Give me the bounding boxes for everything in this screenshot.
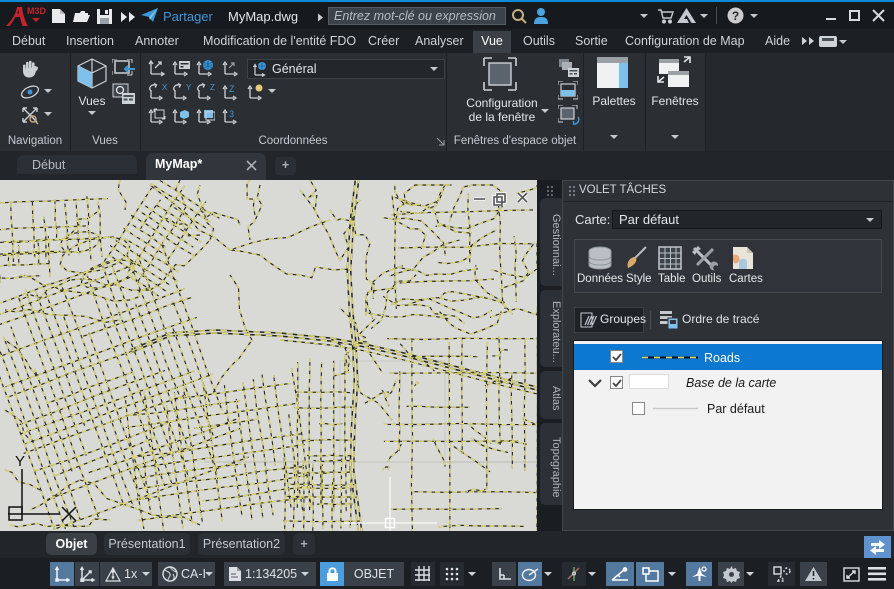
svg-text:Z: Z	[229, 84, 235, 94]
svg-text:Z: Z	[210, 83, 215, 92]
svg-text:Y: Y	[186, 83, 192, 92]
svg-text:?: ?	[732, 9, 739, 23]
svg-text:X: X	[162, 83, 168, 92]
svg-text:Y: Y	[15, 453, 25, 470]
svg-text:3: 3	[229, 109, 234, 119]
